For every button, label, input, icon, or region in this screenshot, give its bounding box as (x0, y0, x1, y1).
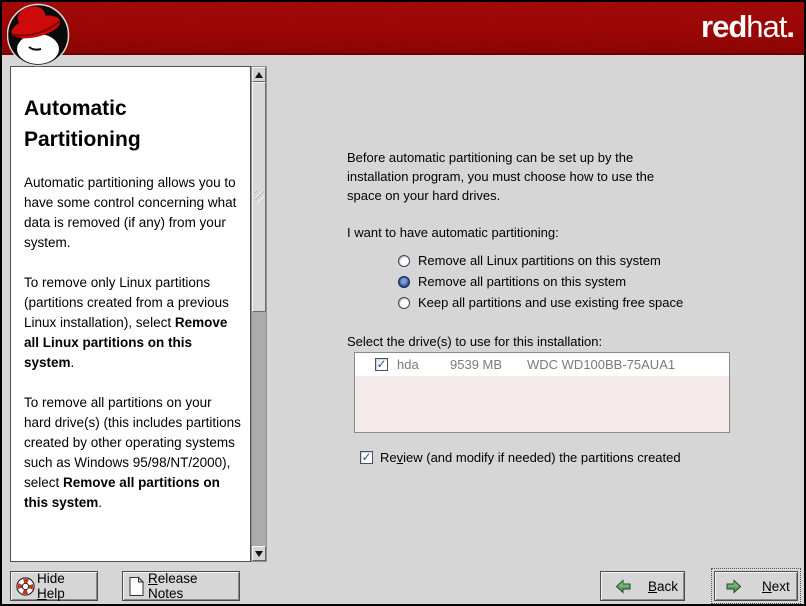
review-label-post: iew (and modify if needed) the partition… (403, 450, 681, 465)
next-label: Next (762, 579, 790, 594)
help-panel: Automatic Partitioning Automatic partiti… (10, 66, 251, 562)
top-banner: redhat. (2, 2, 804, 55)
banner-texture (2, 2, 804, 53)
redhat-wordmark: redhat. (701, 8, 794, 46)
radio-remove-linux-partitions[interactable]: Remove all Linux partitions on this syst… (398, 250, 806, 271)
radio-label: Keep all partitions and use existing fre… (418, 295, 683, 310)
help-scrollbar[interactable] (251, 66, 267, 562)
document-icon (128, 576, 145, 597)
arrow-up-icon (255, 72, 263, 78)
review-checkbox-row[interactable]: ✓ Review (and modify if needed) the part… (360, 450, 806, 465)
hide-help-button[interactable]: Hide Help (10, 571, 98, 601)
lifesaver-help-icon (15, 576, 36, 597)
brand-light-text: hat (746, 9, 786, 44)
radio-button-icon[interactable] (398, 255, 410, 267)
drive-list[interactable]: ✓ hda 9539 MB WDC WD100BB-75AUA1 (354, 352, 730, 433)
help-paragraph-3: To remove all partitions on your hard dr… (24, 393, 242, 513)
label-post: ext (772, 579, 790, 594)
scroll-thumb[interactable] (252, 82, 266, 312)
back-button[interactable]: Back (600, 571, 685, 601)
label-mnemonic: H (37, 586, 47, 601)
radio-label: Remove all Linux partitions on this syst… (418, 253, 661, 268)
drive-size: 9539 MB (450, 357, 514, 372)
help-title: Automatic Partitioning (24, 93, 224, 155)
help-paragraph-2: To remove only Linux partitions (partiti… (24, 273, 242, 373)
back-label: Back (648, 579, 678, 594)
label-pre: Hide (37, 571, 65, 586)
review-label-pre: Re (380, 450, 397, 465)
help-paragraph-1: Automatic partitioning allows you to hav… (24, 173, 242, 253)
installer-window: redhat. Automatic Partitioning Automatic… (0, 0, 806, 606)
release-notes-label: Release Notes (148, 571, 234, 601)
label-mnemonic: B (648, 579, 657, 594)
drive-model: WDC WD100BB-75AUA1 (527, 357, 675, 372)
label-mnemonic: R (148, 571, 158, 586)
help-paragraph-2-end: . (71, 355, 75, 370)
hide-help-label: Hide Help (37, 571, 93, 601)
label-mnemonic: N (762, 579, 772, 594)
arrow-down-icon (255, 551, 263, 557)
radio-remove-all-partitions[interactable]: Remove all partitions on this system (398, 271, 806, 292)
check-icon: ✓ (376, 358, 386, 370)
radio-keep-all-partitions[interactable]: Keep all partitions and use existing fre… (398, 292, 806, 313)
intro-text: Before automatic partitioning can be set… (347, 148, 679, 205)
review-label: Review (and modify if needed) the partit… (380, 450, 681, 465)
scroll-up-button[interactable] (252, 67, 266, 82)
help-paragraph-3-end: . (98, 495, 102, 510)
check-icon: ✓ (361, 451, 371, 463)
brand-bold-text: red (701, 9, 746, 44)
next-button[interactable]: Next (714, 571, 798, 601)
label-post: elp (47, 586, 65, 601)
drive-select-label: Select the drive(s) to use for this inst… (347, 334, 806, 349)
scroll-down-button[interactable] (252, 546, 266, 561)
help-paragraph-1-text: Automatic partitioning allows you to hav… (24, 175, 236, 250)
drive-checkbox[interactable]: ✓ (375, 358, 388, 371)
radio-button-icon[interactable] (398, 297, 410, 309)
drive-name: hda (397, 357, 445, 372)
brand-dot: . (786, 9, 794, 44)
main-content: Before automatic partitioning can be set… (347, 148, 806, 465)
partitioning-question: I want to have automatic partitioning: (347, 223, 806, 242)
partitioning-radio-group: Remove all Linux partitions on this syst… (398, 250, 806, 313)
drive-row-hda[interactable]: ✓ hda 9539 MB WDC WD100BB-75AUA1 (355, 353, 729, 376)
review-checkbox[interactable]: ✓ (360, 451, 373, 464)
release-notes-button[interactable]: Release Notes (122, 571, 240, 601)
radio-button-selected-icon[interactable] (398, 276, 410, 288)
radio-label: Remove all partitions on this system (418, 274, 626, 289)
next-arrow-icon (725, 578, 742, 595)
scroll-grip-icon (255, 191, 264, 203)
redhat-shadowman-logo-icon (7, 3, 71, 74)
back-arrow-icon (615, 578, 632, 595)
label-post: ack (657, 579, 678, 594)
